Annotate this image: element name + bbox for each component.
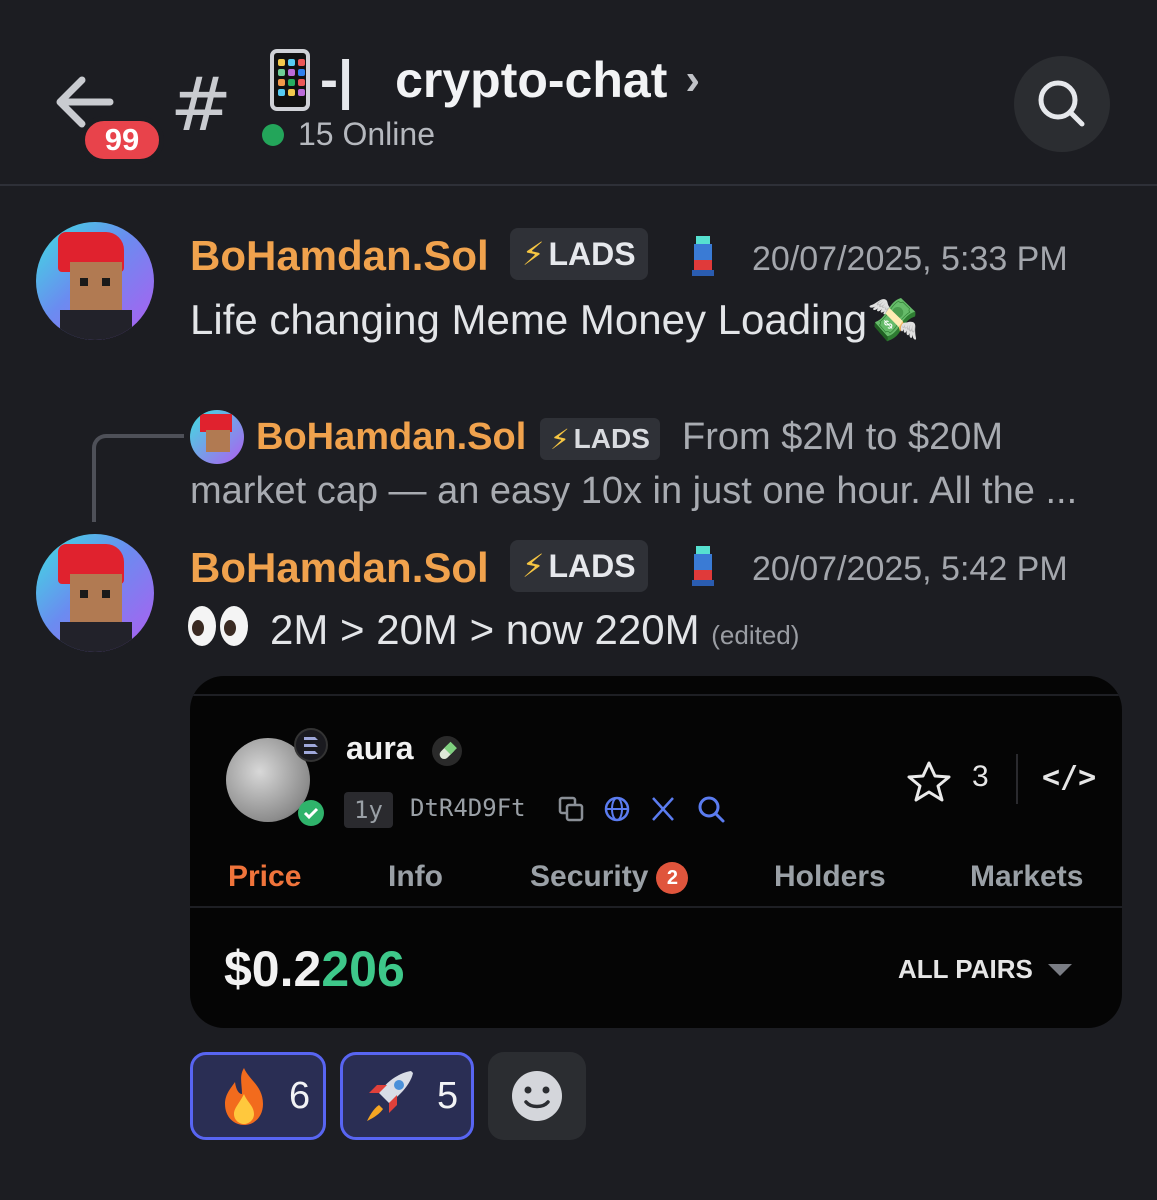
avatar[interactable] xyxy=(36,222,154,340)
role-tag[interactable]: ⚡ LADS xyxy=(510,228,648,280)
reply-preview-text[interactable]: From $2M to $20M xyxy=(682,416,1003,459)
smiley-icon xyxy=(512,1071,562,1121)
channel-title[interactable]: -| crypto-chat › xyxy=(270,42,700,118)
price-prefix: $0.2 xyxy=(224,941,322,997)
search-icon xyxy=(1038,80,1085,127)
tabs-divider xyxy=(190,906,1122,908)
message-content: 2M > 20M > now 220M (edited) xyxy=(270,606,799,654)
token-tabs: Price Info Security 2 Holders Markets xyxy=(190,860,1122,908)
verified-shield-icon xyxy=(298,800,324,826)
message-content: Life changing Meme Money Loading💸 xyxy=(190,296,920,343)
solana-icon xyxy=(294,728,328,762)
token-price: $0.2206 xyxy=(224,940,405,998)
reply-connector xyxy=(92,434,184,522)
message-timestamp: 20/07/2025, 5:33 PM xyxy=(752,240,1068,278)
online-dot-icon xyxy=(262,123,284,146)
tab-info[interactable]: Info xyxy=(388,860,443,894)
fire-emoji-icon xyxy=(225,1068,263,1125)
divider xyxy=(1016,754,1018,804)
search-button[interactable] xyxy=(1014,56,1110,152)
add-reaction-button[interactable] xyxy=(488,1052,586,1140)
pill-icon xyxy=(432,736,462,766)
message-author[interactable]: BoHamdan.Sol xyxy=(190,232,489,280)
x-twitter-icon[interactable] xyxy=(648,794,678,824)
token-name: aura xyxy=(346,730,414,766)
embed-code-icon[interactable]: </> xyxy=(1042,760,1096,795)
watchlist-count: 3 xyxy=(972,760,989,793)
token-embed-card[interactable]: aura 1y DtR4D9Ft 3 </> Price Info Securi… xyxy=(190,676,1122,1028)
token-age: 1y xyxy=(344,792,393,828)
role-tag-label: LADS xyxy=(548,547,636,584)
message-timestamp: 20/07/2025, 5:42 PM xyxy=(752,550,1068,588)
channel-header: 99 # -| crypto-chat › 15 Online xyxy=(0,0,1157,186)
token-address[interactable]: DtR4D9Ft xyxy=(410,794,526,822)
reply-role-tag-label: LADS xyxy=(573,423,650,454)
text-channel-icon: # xyxy=(170,62,233,148)
edited-label: (edited) xyxy=(711,620,800,650)
role-tag[interactable]: ⚡ LADS xyxy=(510,540,648,592)
reaction-rocket[interactable]: 5 xyxy=(340,1052,474,1140)
caret-down-icon[interactable] xyxy=(1048,964,1072,976)
message-text: 2M > 20M > now 220M xyxy=(270,606,700,653)
all-pairs-dropdown[interactable]: ALL PAIRS xyxy=(898,954,1033,985)
role-icon xyxy=(692,236,714,276)
copy-icon[interactable] xyxy=(556,794,586,824)
price-suffix: 206 xyxy=(321,941,405,997)
reply-preview-text-continued[interactable]: market cap — an easy 10x in just one hou… xyxy=(190,470,1077,513)
reply-avatar xyxy=(190,410,244,464)
security-count-badge: 2 xyxy=(656,862,689,894)
reaction-fire[interactable]: 6 xyxy=(190,1052,326,1140)
search-icon[interactable] xyxy=(696,794,726,824)
rocket-emoji-icon xyxy=(367,1071,413,1121)
reaction-count: 5 xyxy=(437,1074,459,1117)
online-count: 15 Online xyxy=(298,116,435,152)
avatar[interactable] xyxy=(36,534,154,652)
globe-icon[interactable] xyxy=(602,794,632,824)
lightning-icon: ⚡ xyxy=(522,548,545,584)
lightning-icon: ⚡ xyxy=(550,423,570,455)
channel-name: crypto-chat xyxy=(395,52,668,108)
reply-role-tag: ⚡ LADS xyxy=(540,418,660,460)
message-author[interactable]: BoHamdan.Sol xyxy=(190,544,489,592)
tab-price[interactable]: Price xyxy=(228,860,301,894)
tab-holders[interactable]: Holders xyxy=(774,860,886,894)
role-tag-label: LADS xyxy=(548,235,636,272)
watchlist-star-icon[interactable] xyxy=(906,760,952,809)
tab-security-label: Security xyxy=(530,860,649,893)
card-divider xyxy=(190,694,1122,696)
online-status: 15 Online xyxy=(262,116,435,153)
mobile-phone-icon xyxy=(270,49,310,111)
chevron-right-icon: › xyxy=(685,55,701,104)
eyes-emoji-icon xyxy=(188,606,248,646)
channel-separator: -| xyxy=(320,50,354,110)
tab-markets[interactable]: Markets xyxy=(970,860,1083,894)
unread-badge: 99 xyxy=(80,116,164,164)
reaction-count: 6 xyxy=(289,1074,311,1117)
tab-security[interactable]: Security 2 xyxy=(530,860,689,894)
lightning-icon: ⚡ xyxy=(522,236,545,272)
reply-author[interactable]: BoHamdan.Sol xyxy=(256,416,526,459)
role-icon xyxy=(692,546,714,586)
